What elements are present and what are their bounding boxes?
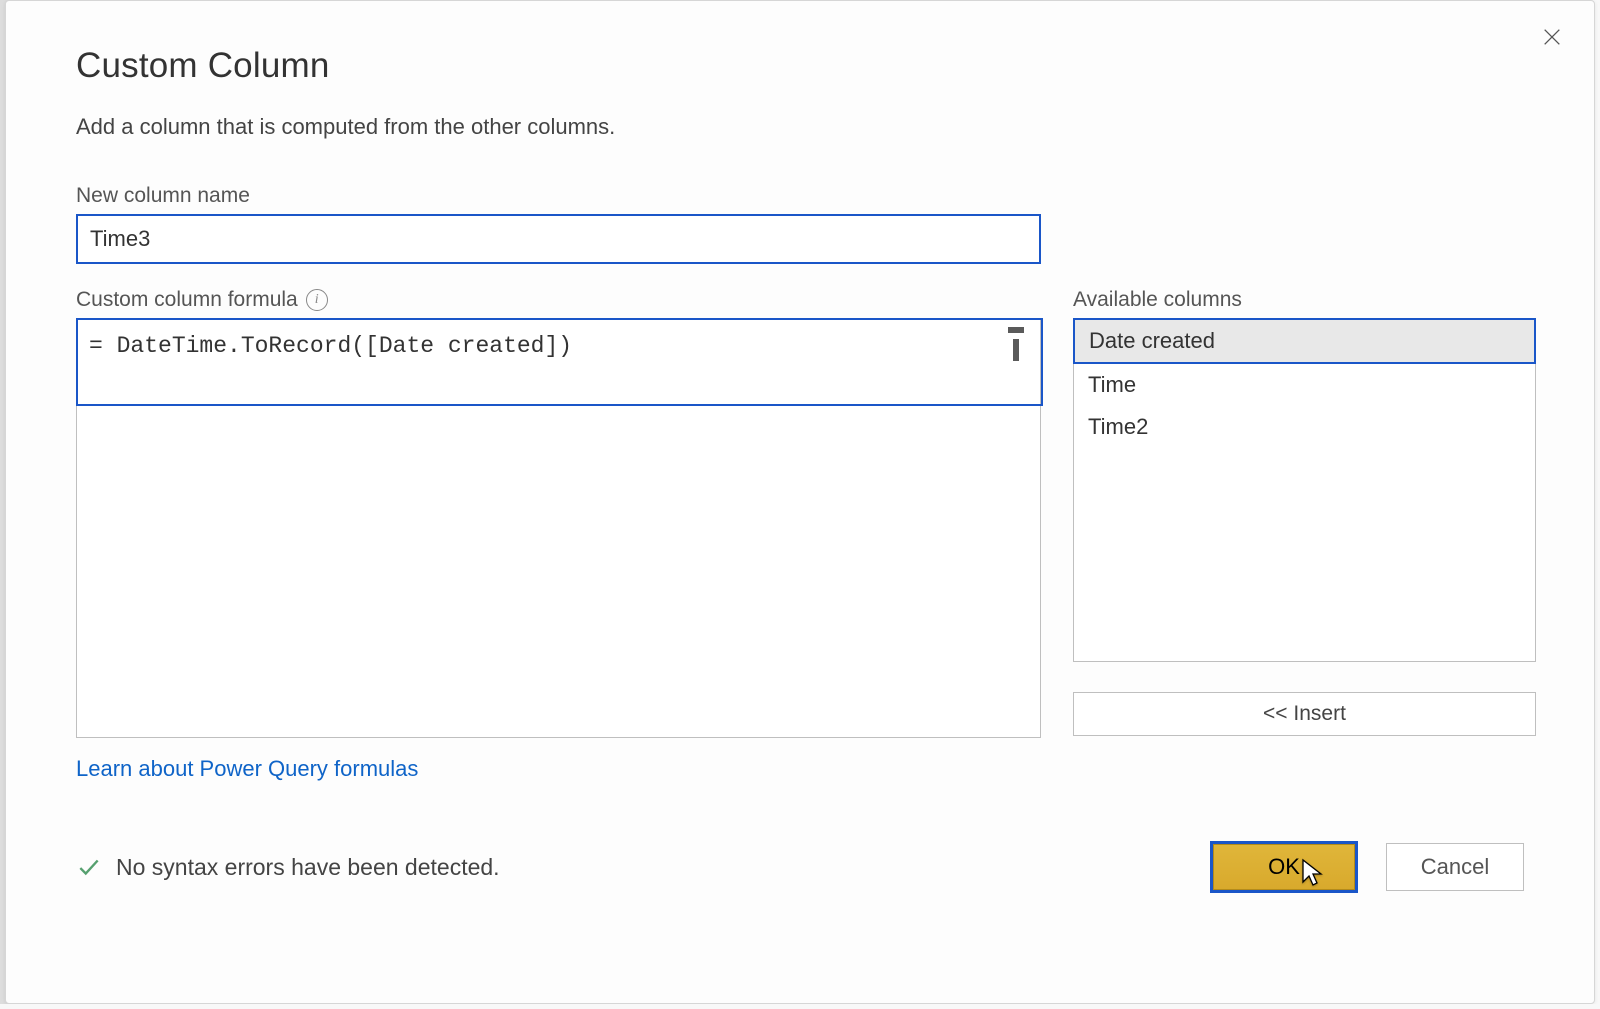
cancel-button[interactable]: Cancel <box>1386 843 1524 891</box>
close-button[interactable] <box>1534 19 1570 55</box>
info-icon[interactable]: i <box>306 289 328 311</box>
formula-input[interactable]: = DateTime.ToRecord([Date created]) <box>76 318 1041 738</box>
ok-button[interactable]: OK <box>1210 841 1358 893</box>
custom-column-dialog: Custom Column Add a column that is compu… <box>5 0 1595 1004</box>
formula-text: = DateTime.ToRecord([Date created]) <box>89 333 1008 359</box>
available-columns-list[interactable]: Date created Time Time2 <box>1073 318 1536 662</box>
available-column-item[interactable]: Time <box>1074 364 1535 406</box>
formula-label: Custom column formula i <box>76 288 1041 312</box>
insert-button[interactable]: << Insert <box>1073 692 1536 736</box>
close-icon <box>1541 26 1563 48</box>
available-column-item[interactable]: Time2 <box>1074 406 1535 448</box>
text-caret-icon <box>1008 327 1024 361</box>
crop-edge <box>0 1004 1600 1009</box>
status-bar: No syntax errors have been detected. <box>76 854 500 881</box>
backdrop: Custom Column Add a column that is compu… <box>0 0 1600 1009</box>
available-columns-label: Available columns <box>1073 288 1536 312</box>
ok-button-label: OK <box>1268 854 1300 880</box>
dialog-subtitle: Add a column that is computed from the o… <box>76 114 1524 140</box>
formula-label-text: Custom column formula <box>76 288 298 312</box>
column-name-input[interactable] <box>76 214 1041 264</box>
available-column-item[interactable]: Date created <box>1075 320 1534 362</box>
formula-highlight <box>76 318 1043 406</box>
checkmark-icon <box>76 854 102 880</box>
learn-link[interactable]: Learn about Power Query formulas <box>76 756 1041 782</box>
column-name-label: New column name <box>76 184 1524 208</box>
status-message: No syntax errors have been detected. <box>116 854 500 881</box>
dialog-title: Custom Column <box>76 46 1524 86</box>
mouse-cursor-icon <box>1301 858 1325 888</box>
